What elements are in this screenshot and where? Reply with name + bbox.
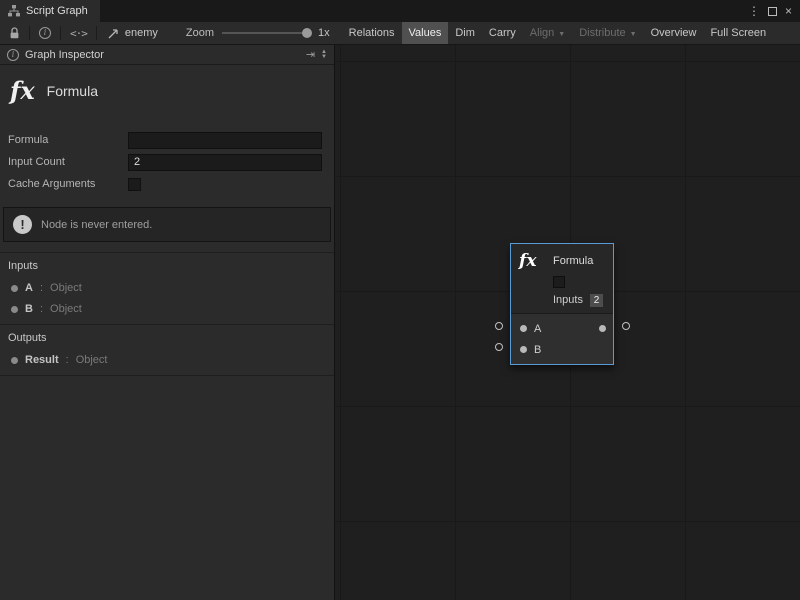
code-view-icon[interactable]: <·> bbox=[66, 27, 91, 40]
graph-asset-icon bbox=[108, 28, 120, 39]
cache-arguments-label: Cache Arguments bbox=[8, 178, 128, 190]
zoom-label: Zoom bbox=[186, 27, 214, 39]
window-maximize-icon[interactable] bbox=[768, 7, 777, 16]
toolbar-button-relations[interactable]: Relations bbox=[342, 22, 402, 44]
port-dot-icon bbox=[11, 357, 18, 364]
formula-node-header[interactable]: fx Formula Inputs 2 bbox=[511, 244, 613, 313]
window-close-icon[interactable]: × bbox=[785, 5, 792, 17]
input-count-field-row: Input Count bbox=[8, 153, 322, 171]
toolbar-button-carry[interactable]: Carry bbox=[482, 22, 523, 44]
main-area: i Graph Inspector ⇥ ▲ ▼ fx Formula Formu… bbox=[0, 45, 800, 600]
unit-title: Formula bbox=[47, 83, 98, 99]
input-count-input[interactable] bbox=[128, 154, 322, 171]
warning-text: Node is never entered. bbox=[41, 219, 152, 231]
inspector-header: i Graph Inspector ⇥ ▲ ▼ bbox=[0, 45, 334, 65]
dock-right-icon[interactable]: ⇥ bbox=[306, 48, 315, 61]
formula-fx-icon: fx bbox=[10, 76, 35, 105]
node-inputs-label: Inputs bbox=[553, 294, 583, 306]
formula-fx-icon: fx bbox=[519, 251, 545, 271]
toolbar-buttons: Relations Values Dim Carry Align ▼ Distr… bbox=[342, 22, 773, 44]
node-title: Formula bbox=[553, 255, 593, 267]
toolbar-button-distribute[interactable]: Distribute ▼ bbox=[572, 22, 643, 44]
formula-node[interactable]: fx Formula Inputs 2 A bbox=[510, 243, 614, 365]
window-tab-bar: Script Graph ⋮ × bbox=[0, 0, 800, 22]
cache-arguments-checkbox[interactable] bbox=[128, 178, 141, 191]
unit-fields: Formula Input Count Cache Arguments bbox=[0, 120, 334, 199]
tab-script-graph[interactable]: Script Graph bbox=[0, 0, 100, 22]
script-graph-icon bbox=[8, 5, 20, 17]
lock-icon[interactable] bbox=[5, 27, 24, 39]
node-ports-section: A B bbox=[511, 313, 613, 364]
input-port-dot[interactable] bbox=[520, 325, 527, 332]
input-count-label: Input Count bbox=[8, 156, 128, 168]
node-formula-field[interactable] bbox=[553, 276, 565, 288]
formula-field-row: Formula bbox=[8, 131, 322, 149]
toolbar-button-overview[interactable]: Overview bbox=[644, 22, 704, 44]
window-controls: ⋮ × bbox=[748, 0, 800, 22]
input-port-dot[interactable] bbox=[520, 346, 527, 353]
output-port-row-result: Result : Object bbox=[0, 350, 334, 371]
unit-title-block: fx Formula bbox=[0, 65, 334, 120]
inputs-section-header: Inputs bbox=[0, 253, 334, 278]
toolbar-separator bbox=[29, 26, 30, 40]
zoom-value: 1x bbox=[318, 27, 330, 39]
graph-breadcrumb-enemy[interactable]: enemy bbox=[102, 27, 164, 39]
output-port-dot[interactable] bbox=[599, 325, 606, 332]
inspector-title: Graph Inspector bbox=[25, 49, 104, 61]
node-input-count-field[interactable]: 2 bbox=[590, 294, 603, 307]
toolbar-separator bbox=[96, 26, 97, 40]
toolbar-button-align[interactable]: Align ▼ bbox=[523, 22, 572, 44]
info-icon[interactable]: i bbox=[35, 27, 55, 39]
warning-icon: ! bbox=[13, 215, 32, 234]
warning-box: ! Node is never entered. bbox=[3, 207, 331, 242]
tab-label: Script Graph bbox=[26, 5, 88, 17]
toolbar-button-fullscreen[interactable]: Full Screen bbox=[703, 22, 773, 44]
chevron-down-icon: ▼ bbox=[558, 31, 565, 38]
port-dot-icon bbox=[11, 306, 18, 313]
zoom-slider-handle[interactable] bbox=[302, 28, 312, 38]
scrubber-icon[interactable]: ▲ ▼ bbox=[321, 50, 327, 60]
port-connector-circle[interactable] bbox=[495, 322, 503, 330]
chevron-down-icon: ▼ bbox=[630, 31, 637, 38]
graph-canvas[interactable]: fx Formula Inputs 2 A bbox=[335, 45, 800, 600]
cache-arguments-row: Cache Arguments bbox=[8, 175, 322, 193]
info-icon: i bbox=[7, 49, 19, 61]
toolbar-separator bbox=[60, 26, 61, 40]
input-port-row-a: A : Object bbox=[0, 278, 334, 299]
script-graph-window: Script Graph ⋮ × i <·> enemy bbox=[0, 0, 800, 600]
graph-inspector-panel: i Graph Inspector ⇥ ▲ ▼ fx Formula Formu… bbox=[0, 45, 335, 600]
node-port-row-b: B bbox=[511, 339, 613, 360]
toolbar-button-dim[interactable]: Dim bbox=[448, 22, 482, 44]
outputs-section-header: Outputs bbox=[0, 325, 334, 350]
zoom-control: Zoom 1x bbox=[186, 27, 340, 39]
port-dot-icon bbox=[11, 285, 18, 292]
port-connector-circle[interactable] bbox=[622, 322, 630, 330]
divider bbox=[0, 375, 334, 376]
window-menu-icon[interactable]: ⋮ bbox=[748, 5, 760, 17]
input-port-row-b: B : Object bbox=[0, 299, 334, 320]
port-connector-circle[interactable] bbox=[495, 343, 503, 351]
graph-toolbar: i <·> enemy Zoom 1x Relations Values Dim… bbox=[0, 22, 800, 45]
zoom-slider[interactable] bbox=[222, 32, 308, 34]
formula-field-label: Formula bbox=[8, 134, 128, 146]
graph-name-label: enemy bbox=[125, 27, 158, 39]
formula-input[interactable] bbox=[128, 132, 322, 149]
node-port-row-a: A bbox=[511, 318, 613, 339]
toolbar-button-values[interactable]: Values bbox=[402, 22, 449, 44]
